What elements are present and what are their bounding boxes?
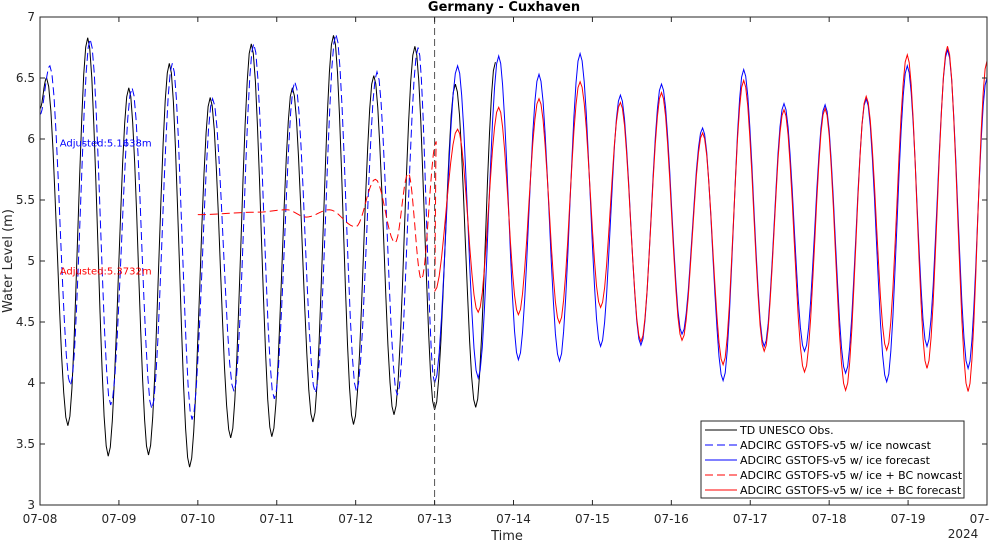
x-tick-label: 07-09 [101,512,136,526]
x-tick-label: 07-13 [417,512,452,526]
adjusted-annotation: Adjusted:5.1638m [60,138,152,149]
x-tick-label: 07-14 [496,512,531,526]
legend-label: ADCIRC GSTOFS-v5 w/ ice + BC nowcast [740,469,963,482]
y-tick-label: 4.5 [16,315,35,329]
x-tick-label: 07-10 [180,512,215,526]
x-tick-label: 07-11 [259,512,294,526]
x-tick-label: 07-08 [23,512,58,526]
legend-label: ADCIRC GSTOFS-v5 w/ ice nowcast [740,439,932,452]
y-tick-label: 5.5 [16,193,35,207]
y-tick-label: 6.5 [16,71,35,85]
y-tick-label: 6 [27,132,35,146]
year-label: 2024 [948,527,979,541]
x-tick-label: 07-15 [575,512,610,526]
x-tick-label: 07-20 [970,512,989,526]
x-axis-label: Time [490,529,523,541]
x-tick-label: 07-18 [812,512,847,526]
x-tick-label: 07-12 [338,512,373,526]
adjusted-annotation: Adjusted:5.3732m [60,266,152,277]
y-tick-label: 4 [27,376,35,390]
x-tick-label: 07-16 [654,512,689,526]
x-tick-label: 07-19 [891,512,926,526]
legend-label: TD UNESCO Obs. [739,424,834,437]
y-tick-label: 5 [27,254,35,268]
water-level-chart: Germany - Cuxhaven 07-08 07-09 07-10 07-11 0… [1,0,989,541]
y-tick-label: 7 [27,10,35,24]
legend-label: ADCIRC GSTOFS-v5 w/ ice + BC forecast [740,484,962,497]
chart-title: Germany - Cuxhaven [428,0,580,15]
legend: TD UNESCO Obs. ADCIRC GSTOFS-v5 w/ ice no… [700,420,965,499]
y-tick-label: 3.5 [16,437,35,451]
legend-label: ADCIRC GSTOFS-v5 w/ ice forecast [740,454,931,467]
y-axis-label: Water Level (m) [1,209,16,313]
y-tick-label: 3 [27,498,35,512]
x-tick-label: 07-17 [733,512,768,526]
